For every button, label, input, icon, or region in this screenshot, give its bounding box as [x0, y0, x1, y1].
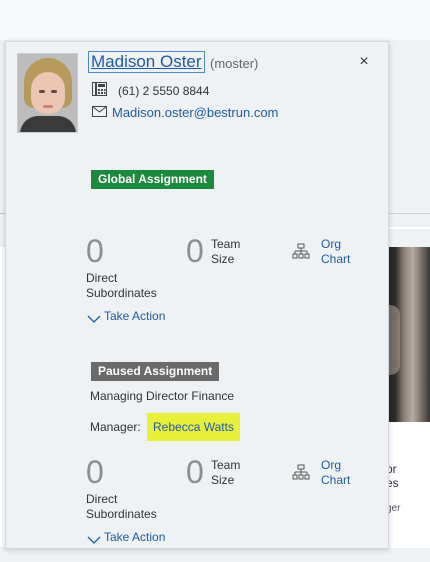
team-size-count: 0 [186, 233, 204, 269]
email-link[interactable]: Madison.oster@bestrun.com [112, 105, 278, 120]
team-size-count: 0 [186, 454, 204, 490]
org-chart-link[interactable]: Chart [321, 252, 350, 267]
org-chart-link[interactable]: Org [321, 458, 341, 473]
chevron-down-icon[interactable] [87, 536, 101, 545]
close-icon[interactable]: × [356, 54, 372, 70]
chevron-down-icon[interactable] [87, 315, 101, 324]
team-size-label: Team [211, 458, 241, 472]
team-size-label: Size [211, 252, 235, 266]
global-assignment-badge: Global Assignment [91, 170, 214, 189]
employee-name-link[interactable]: Madison Oster [88, 51, 205, 73]
org-chart-link[interactable]: Org [321, 237, 341, 252]
paused-assignment-badge: Paused Assignment [91, 362, 220, 381]
avatar[interactable] [17, 53, 78, 133]
direct-subordinates-count: 0 [86, 454, 104, 490]
avatar-mouth [43, 105, 53, 108]
avatar-body [20, 116, 76, 132]
org-chart-link[interactable]: Chart [321, 473, 350, 488]
avatar-eye [39, 90, 45, 93]
phone-icon [92, 82, 107, 96]
employee-quickcard-popover: Madison Oster (moster) × (61) 2 5550 884… [5, 41, 389, 549]
manager-name-link[interactable]: Rebecca Watts [147, 413, 240, 441]
background-divider [388, 213, 430, 214]
direct-subordinates-label: Subordinates [86, 507, 157, 521]
take-action-link[interactable]: Take Action [104, 309, 165, 323]
background-strip [388, 227, 430, 229]
org-chart-icon[interactable] [292, 243, 310, 261]
direct-subordinates-label: Direct [86, 271, 118, 285]
mail-icon [92, 106, 107, 117]
manager-label: Manager: [90, 420, 141, 434]
take-action-link[interactable]: Take Action [104, 530, 165, 544]
team-size-label: Size [211, 473, 235, 487]
direct-subordinates-label: Direct [86, 492, 118, 506]
phone-number: (61) 2 5550 8844 [118, 84, 210, 98]
employee-username: (moster) [210, 56, 259, 71]
team-size-label: Team [211, 237, 241, 251]
org-chart-icon[interactable] [292, 464, 310, 482]
avatar-eye [51, 90, 57, 93]
direct-subordinates-label: Subordinates [86, 286, 157, 300]
job-title: Managing Director Finance [90, 389, 235, 403]
direct-subordinates-count: 0 [86, 233, 104, 269]
background-header [0, 0, 430, 40]
